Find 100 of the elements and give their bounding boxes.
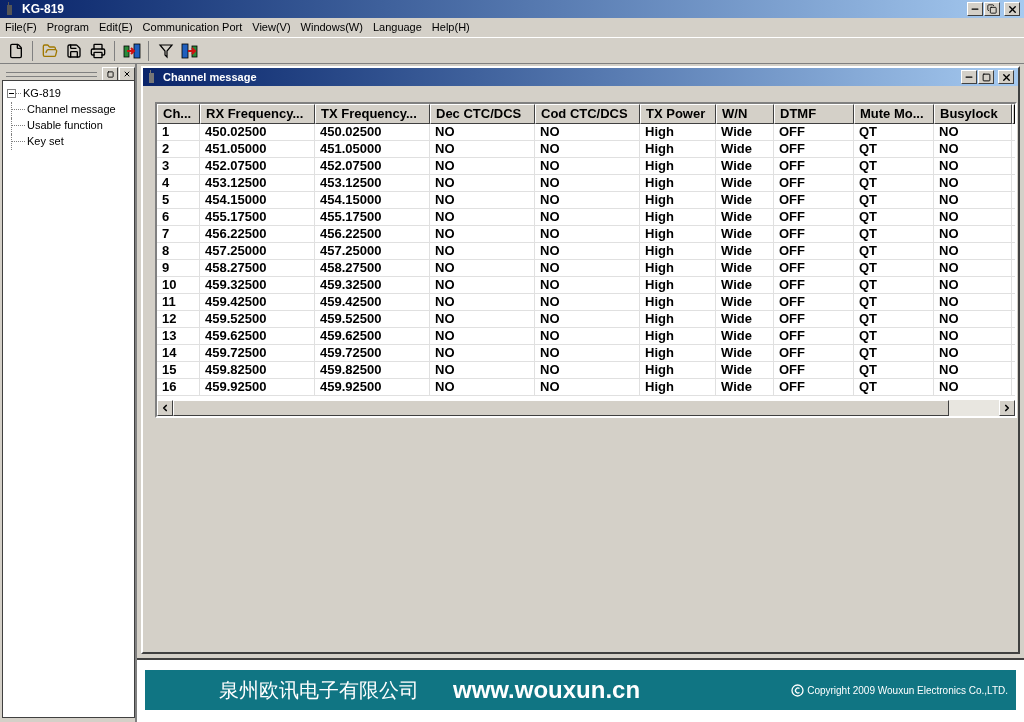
column-header[interactable]: Cod CTC/DCS bbox=[535, 104, 640, 124]
tree-item[interactable]: Channel message bbox=[25, 101, 118, 118]
table-cell: 453.12500 bbox=[200, 175, 315, 191]
tree-toggle[interactable] bbox=[7, 88, 16, 98]
table-cell: NO bbox=[934, 158, 1012, 174]
close-panel-button[interactable] bbox=[119, 67, 135, 81]
table-cell: 13 bbox=[157, 328, 200, 344]
table-cell: High bbox=[640, 243, 716, 259]
column-header[interactable]: RX Frequency... bbox=[200, 104, 315, 124]
minimize-button[interactable] bbox=[967, 2, 983, 16]
table-cell: 459.42500 bbox=[315, 294, 430, 310]
tree-item[interactable]: Usable function bbox=[25, 117, 105, 134]
table-cell: NO bbox=[934, 260, 1012, 276]
column-header[interactable]: Mute Mo... bbox=[854, 104, 934, 124]
horizontal-scrollbar[interactable] bbox=[157, 400, 1015, 416]
menu-item[interactable]: View(V) bbox=[247, 19, 296, 36]
table-cell: NO bbox=[934, 294, 1012, 310]
menu-item[interactable]: Windows(W) bbox=[295, 19, 368, 36]
table-cell: OFF bbox=[774, 345, 854, 361]
table-cell: NO bbox=[934, 124, 1012, 140]
tree-item[interactable]: Key set bbox=[25, 133, 66, 150]
column-header[interactable]: DTMF bbox=[774, 104, 854, 124]
maximize-icon bbox=[981, 72, 991, 82]
table-cell: Wide bbox=[716, 345, 774, 361]
table-cell: NO bbox=[430, 328, 535, 344]
table-cell: NO bbox=[934, 192, 1012, 208]
table-cell: 450.02500 bbox=[200, 124, 315, 140]
table-cell: OFF bbox=[774, 260, 854, 276]
table-cell: QT bbox=[854, 226, 934, 242]
menu-item[interactable]: Edit(E) bbox=[93, 19, 138, 36]
table-cell: 459.42500 bbox=[200, 294, 315, 310]
table-cell: Wide bbox=[716, 294, 774, 310]
menu-item[interactable]: Program bbox=[41, 19, 94, 36]
table-cell: OFF bbox=[774, 158, 854, 174]
table-cell: QT bbox=[854, 260, 934, 276]
close-button[interactable] bbox=[1004, 2, 1020, 16]
dock-icon bbox=[106, 70, 114, 78]
table-cell: NO bbox=[535, 124, 640, 140]
column-header[interactable]: W/N bbox=[716, 104, 774, 124]
table-cell: Wide bbox=[716, 243, 774, 259]
column-header[interactable]: Dec CTC/DCS bbox=[430, 104, 535, 124]
scroll-left-icon bbox=[160, 403, 170, 413]
table-cell: High bbox=[640, 175, 716, 191]
column-header[interactable]: TX Power bbox=[640, 104, 716, 124]
table-cell: NO bbox=[535, 379, 640, 395]
table-cell: 6 bbox=[157, 209, 200, 225]
table-cell: NO bbox=[430, 277, 535, 293]
table-cell: NO bbox=[934, 379, 1012, 395]
table-cell: NO bbox=[934, 277, 1012, 293]
table-cell: NO bbox=[934, 362, 1012, 378]
table-cell: NO bbox=[430, 124, 535, 140]
column-header[interactable]: Ch... bbox=[157, 104, 200, 124]
table-cell: QT bbox=[854, 243, 934, 259]
dock-button[interactable] bbox=[102, 67, 118, 81]
radio-icon bbox=[147, 70, 155, 84]
table-cell: 455.17500 bbox=[315, 209, 430, 225]
minimize-button[interactable] bbox=[961, 70, 977, 84]
table-cell: OFF bbox=[774, 175, 854, 191]
table-cell: QT bbox=[854, 277, 934, 293]
table-cell: High bbox=[640, 277, 716, 293]
tree-item[interactable]: KG-819 bbox=[21, 85, 63, 102]
table-cell: High bbox=[640, 124, 716, 140]
table-cell: QT bbox=[854, 175, 934, 191]
table-cell: Wide bbox=[716, 158, 774, 174]
table-cell: NO bbox=[430, 175, 535, 191]
close-icon bbox=[123, 70, 131, 78]
table-cell: NO bbox=[535, 192, 640, 208]
table-cell: NO bbox=[934, 328, 1012, 344]
table-cell: OFF bbox=[774, 311, 854, 327]
table-cell: 459.92500 bbox=[315, 379, 430, 395]
menu-item[interactable]: Language bbox=[367, 19, 427, 36]
column-header[interactable]: TX Frequency... bbox=[315, 104, 430, 124]
column-header[interactable]: Busylock bbox=[934, 104, 1012, 124]
table-cell: OFF bbox=[774, 141, 854, 157]
table-cell: QT bbox=[854, 328, 934, 344]
table-cell: NO bbox=[535, 345, 640, 361]
restore-button[interactable] bbox=[984, 2, 1000, 16]
table-cell: NO bbox=[934, 141, 1012, 157]
table-cell: High bbox=[640, 362, 716, 378]
table-cell: QT bbox=[854, 124, 934, 140]
table-cell: QT bbox=[854, 141, 934, 157]
table-cell: NO bbox=[535, 294, 640, 310]
table-cell: Wide bbox=[716, 192, 774, 208]
table-cell: 451.05000 bbox=[315, 141, 430, 157]
copyright-icon bbox=[791, 683, 805, 697]
menu-item[interactable]: File(F) bbox=[0, 19, 42, 36]
table-cell: 459.92500 bbox=[200, 379, 315, 395]
table-cell: 457.25000 bbox=[315, 243, 430, 259]
table-cell: NO bbox=[934, 226, 1012, 242]
table-cell: NO bbox=[535, 277, 640, 293]
restore-icon bbox=[987, 4, 997, 14]
window-title: KG-819 bbox=[22, 1, 65, 18]
close-button[interactable] bbox=[998, 70, 1014, 84]
maximize-button[interactable] bbox=[978, 70, 994, 84]
menu-item[interactable]: Communication Port bbox=[137, 19, 248, 36]
table-cell: NO bbox=[535, 260, 640, 276]
table-cell: NO bbox=[430, 294, 535, 310]
table-cell: QT bbox=[854, 294, 934, 310]
new-file-icon bbox=[7, 42, 24, 59]
menu-item[interactable]: Help(H) bbox=[426, 19, 475, 36]
